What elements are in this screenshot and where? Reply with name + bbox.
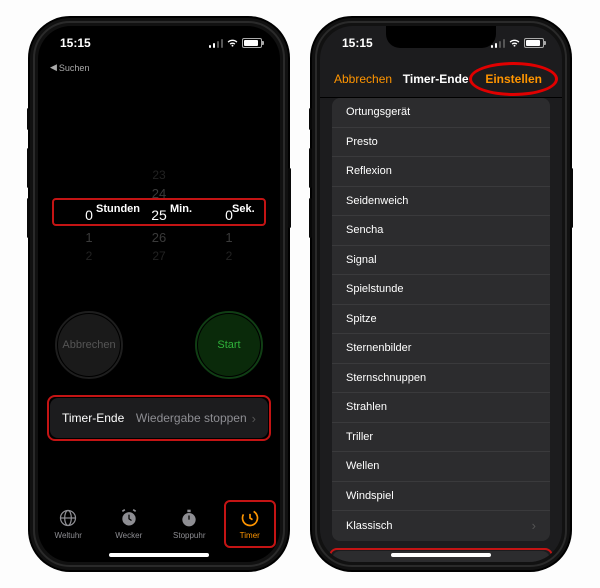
list-item[interactable]: Reflexion (332, 157, 550, 187)
hours-unit: Stunden (96, 203, 140, 215)
globe-icon (57, 507, 79, 529)
tab-wecker[interactable]: Wecker (99, 498, 160, 548)
list-item[interactable]: Seidenweich (332, 187, 550, 217)
wifi-icon (226, 38, 239, 48)
seconds-column[interactable]: 0 1 2 (194, 166, 264, 265)
status-time: 15:15 (60, 36, 91, 50)
list-item[interactable]: Presto (332, 128, 550, 158)
highlight-einstellen (469, 62, 558, 96)
alarm-icon (118, 507, 140, 529)
phone-left: 15:15 ◀ Suchen 0 1 2 23 24 25 26 27 (30, 18, 288, 570)
list-item[interactable]: Sternschnuppen (332, 364, 550, 394)
nav-cancel-button[interactable]: Abbrechen (334, 72, 392, 86)
status-time: 15:15 (342, 36, 373, 50)
tab-timer[interactable]: Timer (220, 498, 281, 548)
list-item[interactable]: Spielstunde (332, 275, 550, 305)
notch (104, 26, 214, 48)
phone-right: 15:15 Abbrechen Timer-Ende Einstellen Or… (312, 18, 570, 570)
battery-icon (242, 38, 262, 48)
checkmark-icon: ✓ (346, 560, 357, 563)
list-item[interactable]: Sencha (332, 216, 550, 246)
chevron-right-icon: › (252, 411, 256, 426)
list-item[interactable]: Wellen (332, 452, 550, 482)
minutes-column[interactable]: 23 24 25 26 27 (124, 166, 194, 265)
list-item[interactable]: Strahlen (332, 393, 550, 423)
timer-icon (239, 507, 261, 529)
timer-end-row[interactable]: Timer-Ende Wiedergabe stoppen › (50, 398, 268, 438)
cancel-button[interactable]: Abbrechen (58, 314, 120, 376)
battery-icon (524, 38, 544, 48)
list-item[interactable]: Sternenbilder (332, 334, 550, 364)
list-item[interactable]: Windspiel (332, 482, 550, 512)
timer-end-label: Timer-Ende (62, 411, 124, 425)
nav-set-button[interactable]: Einstellen (479, 69, 548, 89)
nav-bar: Abbrechen Timer-Ende Einstellen (320, 60, 562, 98)
home-indicator[interactable] (391, 553, 491, 557)
list-item[interactable]: Signal (332, 246, 550, 276)
tab-weltuhr[interactable]: Weltuhr (38, 498, 99, 548)
seconds-unit: Sek. (232, 203, 255, 215)
list-item[interactable]: Triller (332, 423, 550, 453)
back-link[interactable]: ◀ Suchen (50, 62, 89, 73)
nav-title: Timer-Ende (403, 72, 469, 86)
start-button[interactable]: Start (198, 314, 260, 376)
list-item[interactable]: Ortungsgerät (332, 98, 550, 128)
list-item-klassisch[interactable]: Klassisch › (332, 511, 550, 541)
sound-group: Ortungsgerät Presto Reflexion Seidenweic… (332, 98, 550, 541)
hours-column[interactable]: 0 1 2 (54, 166, 124, 265)
home-indicator[interactable] (109, 553, 209, 557)
minutes-unit: Min. (170, 203, 192, 215)
time-picker[interactable]: 0 1 2 23 24 25 26 27 0 1 2 Stunden Min. … (38, 150, 280, 280)
notch (386, 26, 496, 48)
wifi-icon (508, 38, 521, 48)
chevron-right-icon: › (532, 518, 536, 533)
timer-end-value: Wiedergabe stoppen (136, 411, 247, 425)
stopwatch-icon (178, 507, 200, 529)
list-item[interactable]: Spitze (332, 305, 550, 335)
tab-stoppuhr[interactable]: Stoppuhr (159, 498, 220, 548)
sound-list[interactable]: Ortungsgerät Presto Reflexion Seidenweic… (320, 98, 562, 562)
